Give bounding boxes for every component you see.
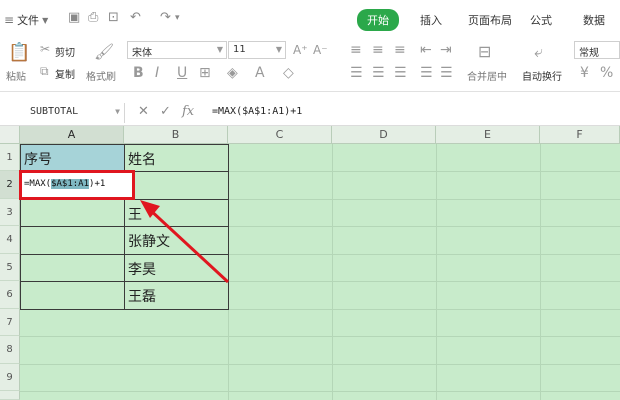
cancel-icon[interactable]: ✕ bbox=[138, 104, 149, 119]
formula-input[interactable]: =MAX($A$1:A1)+1 bbox=[212, 106, 302, 117]
copy-label[interactable]: 复制 bbox=[55, 66, 75, 81]
bold-icon[interactable]: B bbox=[133, 65, 144, 81]
tab-page-layout[interactable]: 页面布局 bbox=[468, 12, 512, 28]
tab-data[interactable]: 数据 bbox=[583, 12, 605, 28]
copy-icon[interactable]: ⧉ bbox=[40, 64, 49, 79]
file-menu-label: 文件 bbox=[17, 14, 40, 27]
font-size-value: 11 bbox=[233, 44, 246, 55]
underline-icon[interactable]: U bbox=[177, 65, 187, 81]
scissors-icon[interactable]: ✂ bbox=[40, 42, 50, 56]
indent-decrease-icon[interactable]: ⇤ bbox=[420, 42, 432, 58]
align-center-icon[interactable]: ☰ bbox=[372, 65, 385, 81]
chevron-down-icon: ▼ bbox=[275, 45, 282, 54]
font-size-select[interactable]: 11 ▼ bbox=[228, 41, 286, 59]
decrease-font-icon[interactable]: A⁻ bbox=[313, 43, 328, 57]
confirm-icon[interactable]: ✓ bbox=[160, 104, 171, 119]
italic-icon[interactable]: I bbox=[155, 65, 159, 81]
chevron-down-icon: ▼ bbox=[216, 45, 223, 54]
file-menu[interactable]: ≡ 文件 ▼ bbox=[4, 12, 48, 28]
align-middle-icon[interactable]: ≡ bbox=[372, 42, 384, 58]
name-box[interactable]: SUBTOTAL ▼ bbox=[0, 103, 125, 123]
align-right-icon[interactable]: ☰ bbox=[394, 65, 407, 81]
increase-font-icon[interactable]: A⁺ bbox=[293, 43, 308, 57]
number-format-select[interactable]: 常规 bbox=[574, 41, 620, 59]
merge-center-icon[interactable]: ⊟ bbox=[478, 42, 491, 61]
formula-bar: SUBTOTAL ▼ ✕ ✓ fx =MAX($A$1:A1)+1 bbox=[0, 100, 620, 126]
chevron-down-icon: ▼ bbox=[42, 15, 49, 25]
menu-bar: ≡ 文件 ▼ ▣ ⎙ ⊡ ↶ ↷ ▾ 开始 插入 页面布局 公式 数据 bbox=[0, 0, 620, 40]
cut-label[interactable]: 剪切 bbox=[55, 44, 75, 59]
more-icon[interactable]: ▾ bbox=[175, 13, 180, 23]
paste-icon[interactable]: 📋 bbox=[8, 42, 30, 63]
red-arrow-annotation bbox=[140, 200, 230, 284]
indent-increase-icon[interactable]: ⇥ bbox=[440, 42, 452, 58]
align-left-icon[interactable]: ☰ bbox=[350, 65, 363, 81]
percent-icon[interactable]: % bbox=[600, 65, 613, 81]
print-icon[interactable]: ⎙ bbox=[88, 10, 98, 25]
format-painter-icon[interactable]: 🖌 bbox=[94, 42, 114, 61]
align-bottom-icon[interactable]: ≡ bbox=[394, 42, 406, 58]
ribbon-toolbar: 📋 粘贴 ✂ 剪切 ⧉ 复制 🖌 格式刷 宋体 ▼ 11 ▼ A⁺ A⁻ B I… bbox=[0, 36, 620, 92]
tab-insert[interactable]: 插入 bbox=[420, 12, 442, 28]
currency-icon[interactable]: ¥ bbox=[580, 65, 589, 81]
insert-function-icon[interactable]: fx bbox=[182, 104, 194, 119]
font-color-icon[interactable]: A bbox=[255, 65, 265, 81]
merge-center-label[interactable]: 合并居中 bbox=[467, 68, 507, 83]
justify-icon[interactable]: ☰ bbox=[420, 65, 433, 81]
wrap-text-label[interactable]: 自动换行 bbox=[522, 68, 562, 83]
clear-format-icon[interactable]: ◇ bbox=[283, 65, 294, 81]
fill-color-icon[interactable]: ◈ bbox=[227, 65, 238, 81]
save-icon[interactable]: ▣ bbox=[68, 10, 80, 25]
tab-home[interactable]: 开始 bbox=[357, 9, 399, 31]
align-top-icon[interactable]: ≡ bbox=[350, 42, 362, 58]
name-box-value: SUBTOTAL bbox=[30, 106, 79, 117]
chevron-down-icon: ▼ bbox=[115, 107, 120, 116]
number-format-value: 常规 bbox=[579, 48, 599, 59]
wrap-text-icon[interactable]: ⤶ bbox=[534, 42, 543, 62]
border-icon[interactable]: ⊞ bbox=[199, 65, 211, 81]
font-name-value: 宋体 bbox=[132, 48, 152, 59]
font-name-select[interactable]: 宋体 ▼ bbox=[127, 41, 227, 59]
paste-label[interactable]: 粘贴 bbox=[6, 68, 26, 83]
arrow-shaft bbox=[146, 206, 230, 284]
format-painter-label[interactable]: 格式刷 bbox=[86, 68, 116, 83]
redo-icon[interactable]: ↷ bbox=[160, 10, 171, 25]
hamburger-icon: ≡ bbox=[4, 13, 15, 27]
undo-icon[interactable]: ↶ bbox=[130, 10, 141, 25]
print-preview-icon[interactable]: ⊡ bbox=[108, 10, 119, 25]
distribute-icon[interactable]: ☰ bbox=[440, 65, 453, 81]
tab-formulas[interactable]: 公式 bbox=[530, 12, 552, 28]
spreadsheet-grid[interactable]: A B C D E F 1 2 3 4 5 6 7 8 9 序号 姓名 王 张静… bbox=[0, 126, 620, 400]
